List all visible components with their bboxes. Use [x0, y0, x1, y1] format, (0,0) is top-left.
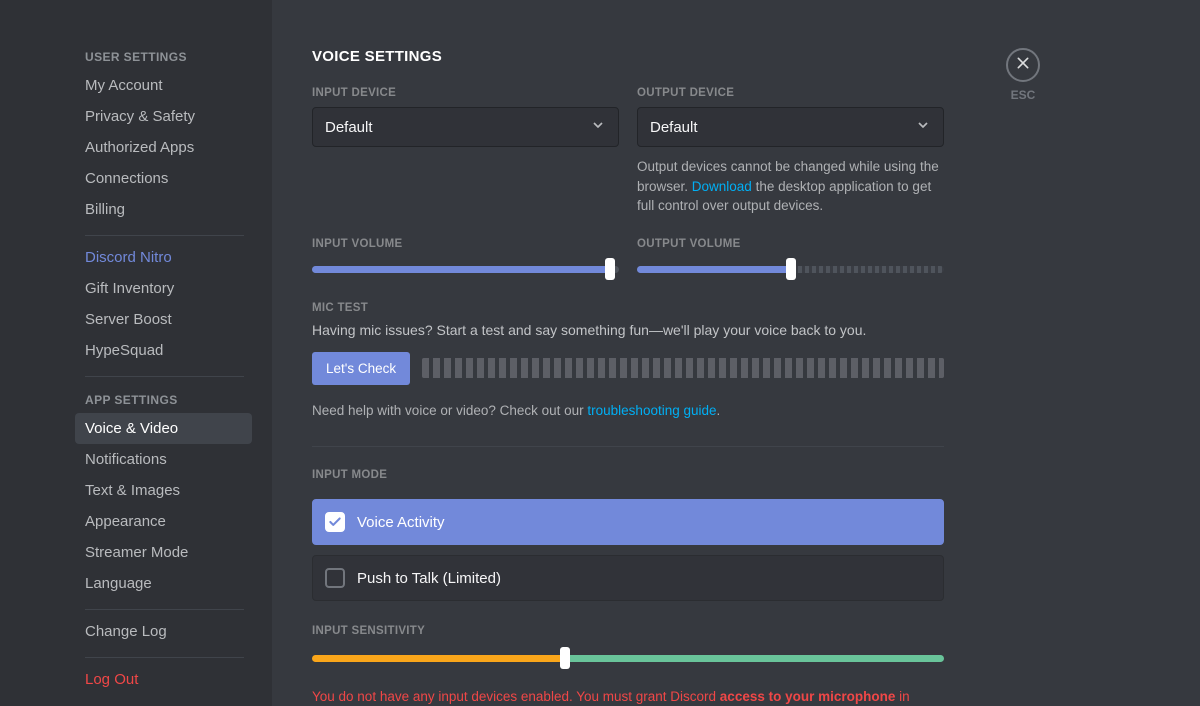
sidebar-item-discord-nitro[interactable]: Discord Nitro — [75, 242, 252, 273]
sidebar-item-authorized-apps[interactable]: Authorized Apps — [75, 132, 252, 163]
sidebar-separator — [85, 376, 244, 377]
sidebar-item-streamer-mode[interactable]: Streamer Mode — [75, 537, 252, 568]
checkbox-checked-icon — [325, 512, 345, 532]
page-title: Voice Settings — [312, 48, 944, 65]
slider-handle[interactable] — [786, 258, 796, 280]
sidebar-item-voice-video[interactable]: Voice & Video — [75, 413, 252, 444]
input-device-select[interactable]: Default — [312, 107, 619, 147]
mic-access-warning: You do not have any input devices enable… — [312, 687, 944, 706]
sidebar-item-change-log[interactable]: Change Log — [75, 616, 252, 647]
slider-track-disabled — [791, 266, 945, 273]
sidebar-separator — [85, 235, 244, 236]
input-sensitivity-slider[interactable] — [312, 647, 944, 669]
esc-label: ESC — [1011, 88, 1036, 102]
slider-handle[interactable] — [605, 258, 615, 280]
help-suffix: . — [717, 403, 721, 418]
close-group: ESC — [1006, 48, 1040, 102]
sidebar-item-my-account[interactable]: My Account — [75, 70, 252, 101]
output-volume-label: Output Volume — [637, 238, 944, 250]
section-divider — [312, 446, 944, 447]
warn-bold: access to your microphone — [720, 689, 896, 704]
sidebar-item-privacy-safety[interactable]: Privacy & Safety — [75, 101, 252, 132]
sensitivity-track-high — [565, 655, 944, 662]
output-device-value: Default — [650, 119, 698, 136]
chevron-down-icon — [590, 117, 606, 137]
input-volume-slider[interactable] — [312, 258, 619, 280]
input-device-value: Default — [325, 119, 373, 136]
chevron-down-icon — [915, 117, 931, 137]
mic-test-button[interactable]: Let's Check — [312, 352, 410, 385]
sidebar-item-hypesquad[interactable]: HypeSquad — [75, 335, 252, 366]
input-mode-push-to-talk[interactable]: Push to Talk (Limited) — [312, 555, 944, 601]
download-link[interactable]: Download — [692, 179, 752, 194]
close-button[interactable] — [1006, 48, 1040, 82]
sidebar-item-notifications[interactable]: Notifications — [75, 444, 252, 475]
sidebar-separator — [85, 609, 244, 610]
input-volume-label: Input Volume — [312, 238, 619, 250]
troubleshoot-note: Need help with voice or video? Check out… — [312, 401, 944, 421]
sensitivity-track-low — [312, 655, 565, 662]
output-volume-slider[interactable] — [637, 258, 944, 280]
input-sensitivity-label: Input Sensitivity — [312, 625, 944, 637]
sidebar-item-gift-inventory[interactable]: Gift Inventory — [75, 273, 252, 304]
input-device-label: Input Device — [312, 87, 619, 99]
settings-content: ESC Voice Settings Input Device Default … — [272, 0, 1200, 706]
sidebar-item-connections[interactable]: Connections — [75, 163, 252, 194]
sidebar-item-billing[interactable]: Billing — [75, 194, 252, 225]
mode-label: Push to Talk (Limited) — [357, 570, 501, 587]
sidebar-item-log-out[interactable]: Log Out — [75, 664, 252, 695]
warn-prefix: You do not have any input devices enable… — [312, 689, 720, 704]
mic-test-description: Having mic issues? Start a test and say … — [312, 322, 944, 338]
sidebar-heading-app-settings: App Settings — [85, 383, 262, 413]
sidebar-item-server-boost[interactable]: Server Boost — [75, 304, 252, 335]
slider-handle[interactable] — [560, 647, 570, 669]
sidebar-separator — [85, 657, 244, 658]
output-device-label: Output Device — [637, 87, 944, 99]
input-mode-voice-activity[interactable]: Voice Activity — [312, 499, 944, 545]
input-mode-label: Input Mode — [312, 469, 944, 481]
close-icon — [1015, 55, 1031, 75]
sidebar-item-text-images[interactable]: Text & Images — [75, 475, 252, 506]
troubleshooting-link[interactable]: troubleshooting guide — [587, 403, 716, 418]
mode-label: Voice Activity — [357, 514, 445, 531]
mic-test-label: Mic Test — [312, 302, 944, 314]
slider-fill — [637, 266, 791, 273]
output-device-select[interactable]: Default — [637, 107, 944, 147]
help-prefix: Need help with voice or video? Check out… — [312, 403, 587, 418]
output-device-note: Output devices cannot be changed while u… — [637, 157, 944, 216]
checkbox-unchecked-icon — [325, 568, 345, 588]
slider-fill — [312, 266, 610, 273]
sidebar-item-language[interactable]: Language — [75, 568, 252, 599]
sidebar-item-appearance[interactable]: Appearance — [75, 506, 252, 537]
sidebar-heading-user-settings: User Settings — [85, 40, 262, 70]
settings-sidebar: User Settings My Account Privacy & Safet… — [0, 0, 272, 706]
mic-level-meter — [422, 358, 944, 378]
